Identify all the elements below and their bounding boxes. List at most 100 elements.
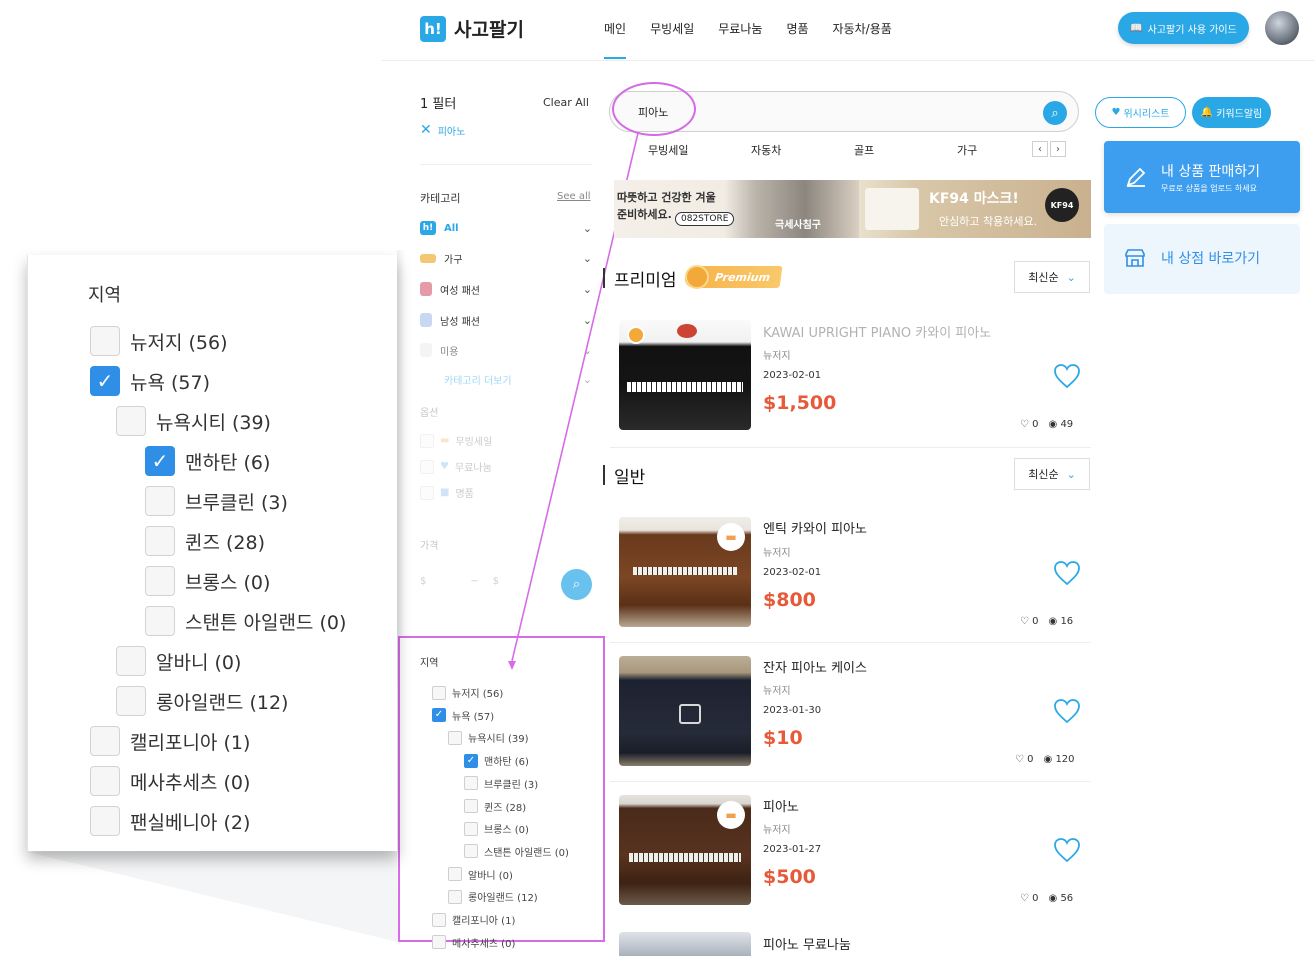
heart-icon[interactable] (1053, 363, 1081, 389)
view-count: ◉ 16 (1048, 616, 1074, 627)
piano-keys (627, 382, 743, 392)
likes-value: 0 (1032, 893, 1039, 904)
item-stats: ♡ 0 ◉ 120 (1015, 754, 1075, 765)
chevron-left-icon[interactable]: ‹ (1032, 141, 1048, 157)
item-stats: ♡ 0 ◉ 16 (1020, 616, 1073, 627)
store-icon (1125, 249, 1145, 267)
keyword-alert-label: 키워드알림 (1216, 109, 1263, 120)
mask-product (865, 188, 919, 230)
tag-golf[interactable]: 골프 (854, 142, 957, 158)
item-title[interactable]: 피아노 무료나눔 (763, 934, 851, 953)
item-price: $500 (763, 866, 816, 888)
item-region: 뉴저지 (763, 351, 791, 362)
tag-car[interactable]: 자동차 (751, 142, 854, 158)
item-date: 2023-02-01 (763, 567, 822, 578)
truck-icon: ▬ (717, 801, 745, 829)
item-image[interactable] (619, 932, 751, 956)
like-count: ♡ 0 (1020, 419, 1039, 430)
search-button[interactable]: ⌕ (1043, 101, 1067, 125)
item-stats: ♡ 0 ◉ 56 (1020, 893, 1073, 904)
item-image[interactable] (619, 656, 751, 766)
divider (610, 642, 1091, 643)
kf94-badge: KF94 (1045, 188, 1079, 222)
tag-pager: ‹ › (1032, 141, 1066, 157)
item-photo-detail (677, 324, 697, 338)
views-value: 49 (1060, 419, 1074, 430)
my-store-card[interactable]: 내 상점 바로가기 (1104, 224, 1300, 294)
pencil-icon (1126, 167, 1146, 187)
section-bar (603, 465, 605, 485)
item-date: 2023-01-30 (763, 705, 822, 716)
ad-banner[interactable]: 따뜻하고 건강한 겨울준비하세요. 082STORE 극세사침구 KF94 마스… (614, 180, 1091, 238)
premium-mark-icon (627, 326, 645, 344)
store-link-label: 내 상점 바로가기 (1161, 251, 1261, 267)
views-value: 120 (1055, 754, 1075, 765)
banner-mask-sub: 안심하고 착용하세요. (939, 215, 1038, 228)
truck-icon: ▬ (717, 523, 745, 551)
sort-label: 최신순 (1028, 271, 1059, 284)
item-date: 2023-02-01 (763, 370, 822, 381)
item-title[interactable]: KAWAI UPRIGHT PIANO 카와이 피아노 (763, 322, 991, 341)
general-title: 일반 (614, 468, 646, 488)
item-image[interactable]: ▬ (619, 795, 751, 905)
views-value: 16 (1060, 616, 1074, 627)
banner-line1: 따뜻하고 건강한 겨울 (617, 191, 716, 204)
piano-keys (629, 853, 741, 862)
likes-value: 0 (1032, 616, 1039, 627)
heart-icon[interactable] (1053, 698, 1081, 724)
item-title[interactable]: 잔자 피아노 케이스 (763, 657, 867, 676)
item-price: $800 (763, 589, 816, 611)
item-price: $10 (763, 727, 803, 749)
piano-keys (633, 567, 737, 575)
like-count: ♡ 0 (1020, 616, 1039, 627)
item-title[interactable]: 피아노 (763, 796, 799, 815)
banner-mask-title: KF94 마스크! (929, 191, 1019, 207)
like-count: ♡ 0 (1015, 754, 1034, 765)
divider (610, 781, 1091, 782)
sell-title: 내 상품 판매하기 (1161, 164, 1261, 180)
chevron-down-icon: ⌄ (1066, 467, 1076, 481)
item-date: 2023-01-27 (763, 844, 822, 855)
item-title[interactable]: 엔틱 카와이 피아노 (763, 518, 867, 537)
item-image[interactable] (619, 320, 751, 430)
banner-store: 082STORE (675, 212, 735, 226)
chevron-down-icon: ⌄ (1066, 270, 1076, 284)
sort-label: 최신순 (1028, 468, 1059, 481)
search-icon: ⌕ (1051, 105, 1059, 121)
crown-icon (685, 265, 709, 289)
view-count: ◉ 120 (1043, 754, 1075, 765)
banner-bedding: 따뜻하고 건강한 겨울준비하세요. 082STORE 극세사침구 (614, 180, 859, 238)
banner-mask: KF94 마스크! 안심하고 착용하세요. KF94 (859, 180, 1091, 238)
divider (610, 447, 1091, 448)
item-region: 뉴저지 (763, 686, 791, 697)
heart-icon[interactable] (1053, 560, 1081, 586)
like-count: ♡ 0 (1020, 893, 1039, 904)
general-sort-select[interactable]: 최신순 ⌄ (1014, 458, 1090, 490)
likes-value: 0 (1027, 754, 1034, 765)
tag-moving-sale[interactable]: 무빙세일 (648, 142, 751, 158)
premium-sort-select[interactable]: 최신순 ⌄ (1014, 261, 1090, 293)
search-highlight (612, 82, 696, 136)
item-image[interactable]: ▬ (619, 517, 751, 627)
keyword-alert-button[interactable]: 🔔 키워드알림 (1192, 97, 1271, 128)
heart-icon: ♥ (1111, 107, 1121, 118)
sell-subtitle: 무료로 상품을 업로드 하세요 (1161, 184, 1257, 193)
item-region: 뉴저지 (763, 825, 791, 836)
chevron-right-icon[interactable]: › (1050, 141, 1066, 157)
heart-icon[interactable] (1053, 837, 1081, 863)
sell-item-card[interactable]: 내 상품 판매하기 무료로 상품을 업로드 하세요 (1104, 141, 1300, 213)
item-region: 뉴저지 (763, 548, 791, 559)
view-count: ◉ 56 (1048, 893, 1074, 904)
banner-bedding-label: 극세사침구 (775, 220, 821, 231)
section-bar (603, 268, 605, 288)
banner-line2: 준비하세요. (617, 208, 672, 221)
premium-badge-label: Premium (714, 270, 772, 284)
item-price: $1,500 (763, 392, 837, 414)
views-value: 56 (1060, 893, 1074, 904)
wishlist-button[interactable]: ♥ 위시리스트 (1095, 97, 1186, 128)
case-handle (679, 704, 701, 724)
likes-value: 0 (1032, 419, 1039, 430)
item-stats: ♡ 0 ◉ 49 (1020, 419, 1073, 430)
view-count: ◉ 49 (1048, 419, 1074, 430)
quick-tags: 무빙세일 자동차 골프 가구 (648, 142, 1060, 158)
